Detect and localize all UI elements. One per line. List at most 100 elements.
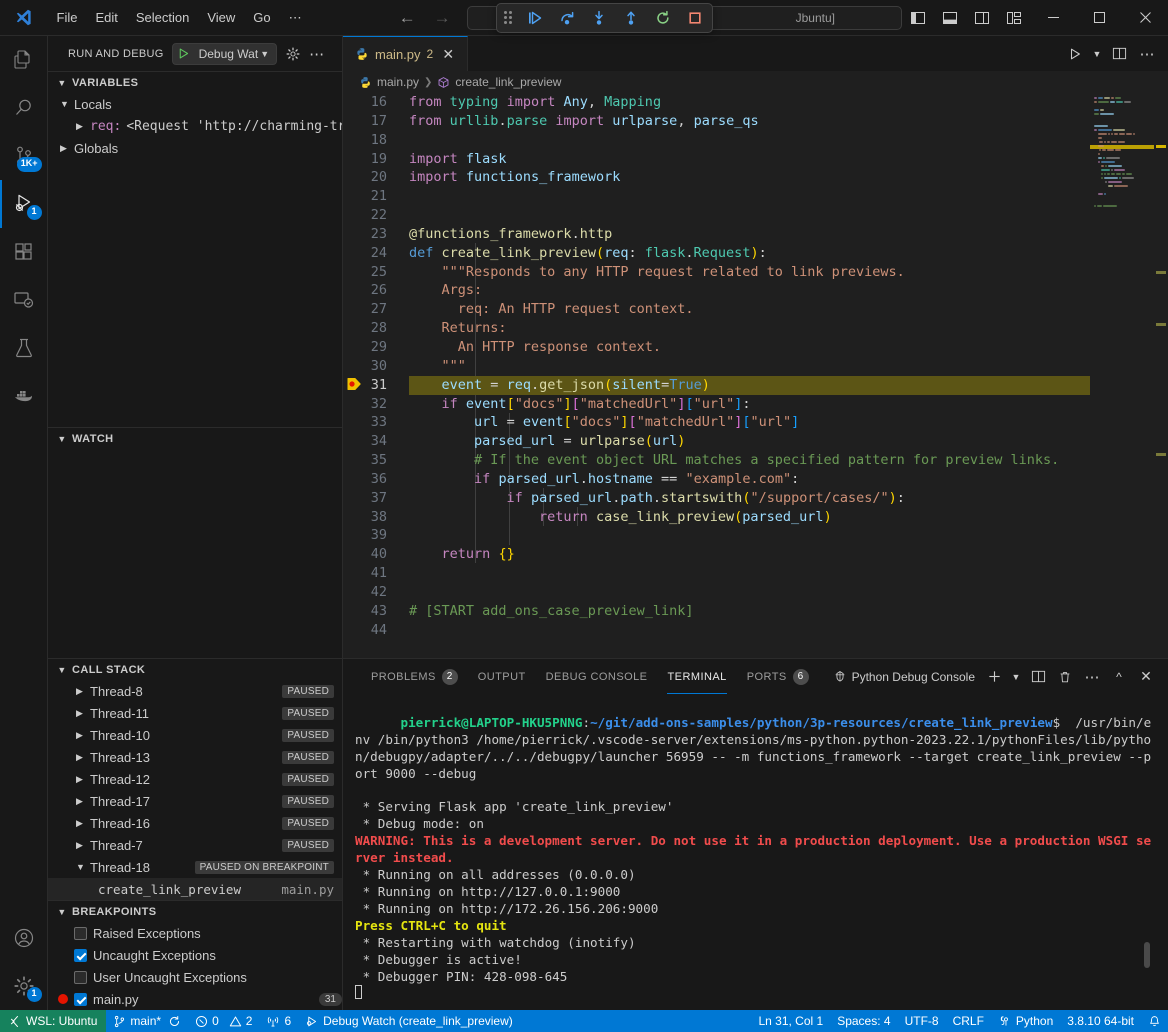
breakpoint-checkbox[interactable] [74,949,87,962]
breakpoint-row[interactable]: Raised Exceptions [48,922,342,944]
callstack-thread[interactable]: ▶ Thread-7 PAUSED [48,834,342,856]
breakpoint-row[interactable]: User Uncaught Exceptions [48,966,342,988]
status-debug-session[interactable]: Debug Watch (create_link_preview) [298,1010,520,1032]
minimap[interactable] [1090,93,1154,658]
stop-button[interactable] [685,8,705,28]
status-language-mode[interactable]: Python [991,1010,1060,1032]
breadcrumb[interactable]: main.py ❯ create_link_preview [343,71,1168,93]
activitybar-item-testing[interactable] [0,324,48,372]
terminal-scrollbar[interactable] [1144,942,1150,968]
tab-output[interactable]: OUTPUT [468,659,536,694]
activitybar-item-run-and-debug[interactable]: 1 [0,180,48,228]
callstack-frame[interactable]: create_link_preview main.py [48,878,342,900]
section-variables-header[interactable]: ▼ VARIABLES [48,71,342,93]
status-notifications[interactable] [1141,1010,1168,1032]
drag-handle-icon[interactable] [504,11,512,25]
sync-icon[interactable] [168,1015,181,1028]
more-actions-icon[interactable]: ⋯ [1080,665,1104,689]
activitybar-item-manage[interactable]: 1 [0,962,48,1010]
breakpoint-checkbox[interactable] [74,971,87,984]
chevron-down-icon[interactable]: ▼ [1009,665,1023,689]
code-area[interactable]: 16 17 18 19 20 21 22 23 24 25 26 27 28 2… [343,93,1168,658]
more-actions-icon[interactable]: ⋯ [309,45,325,63]
activitybar-item-search[interactable] [0,84,48,132]
status-indentation[interactable]: Spaces: 4 [830,1010,897,1032]
code-text[interactable]: from typing import Any, Mapping from url… [409,93,1090,658]
split-terminal-icon[interactable] [1026,665,1050,689]
debug-toolbar[interactable] [496,3,713,33]
activitybar-item-source-control[interactable]: 1K+ [0,132,48,180]
run-dropdown-icon[interactable]: ▼ [1090,41,1104,67]
callstack-thread[interactable]: ▶ Thread-8 PAUSED [48,680,342,702]
status-interpreter-version[interactable]: 3.8.10 64-bit [1060,1010,1141,1032]
callstack-thread[interactable]: ▶ Thread-16 PAUSED [48,812,342,834]
callstack-thread[interactable]: ▶ Thread-11 PAUSED [48,702,342,724]
window-controls[interactable] [902,0,1168,35]
tab-debug-console[interactable]: DEBUG CONSOLE [536,659,658,694]
terminal-output[interactable]: pierrick@LAPTOP-HKU5PNNG:~/git/add-ons-s… [343,694,1168,1010]
menu-view[interactable]: View [198,7,244,28]
toggle-secondary-sidebar-icon[interactable] [966,1,998,35]
restart-button[interactable] [653,8,673,28]
menu-bar[interactable]: File Edit Selection View Go ⋯ [48,7,311,29]
menu-edit[interactable]: Edit [86,7,126,28]
menu-go[interactable]: Go [244,7,279,28]
back-arrow-icon[interactable]: ← [399,8,416,28]
callstack-thread-active[interactable]: ▼ Thread-18 PAUSED ON BREAKPOINT [48,856,342,878]
forward-arrow-icon[interactable]: → [434,8,451,28]
breakpoint-checkbox[interactable] [74,927,87,940]
tab-terminal[interactable]: TERMINAL [657,659,736,694]
kill-terminal-icon[interactable] [1053,665,1077,689]
status-remote-indicator[interactable]: WSL: Ubuntu [0,1010,106,1032]
status-encoding[interactable]: UTF-8 [898,1010,946,1032]
step-out-button[interactable] [621,8,641,28]
section-callstack-header[interactable]: ▼ CALL STACK [48,658,342,680]
activitybar-item-accounts[interactable] [0,914,48,962]
breakpoint-row-main-py[interactable]: main.py 31 [48,988,342,1010]
callstack-thread[interactable]: ▶ Thread-13 PAUSED [48,746,342,768]
variables-group-globals[interactable]: ▶ Globals [48,137,342,159]
navigation-arrows[interactable]: ← → [399,8,451,28]
variables-group-locals[interactable]: ▼ Locals [48,93,342,115]
status-branch[interactable]: main* [106,1010,188,1032]
status-cursor-position[interactable]: Ln 31, Col 1 [751,1010,830,1032]
breadcrumb-symbol[interactable]: create_link_preview [455,75,561,89]
minimize-button[interactable] [1030,0,1076,35]
callstack-thread[interactable]: ▶ Thread-12 PAUSED [48,768,342,790]
status-eol[interactable]: CRLF [946,1010,991,1032]
toggle-panel-icon[interactable] [934,1,966,35]
terminal-selector[interactable]: Python Debug Console [833,670,975,684]
tab-main-py[interactable]: main.py 2 ✕ [343,36,468,71]
overview-ruler[interactable] [1154,93,1168,658]
activitybar-item-remote-explorer[interactable] [0,276,48,324]
status-problems[interactable]: 0 2 [188,1010,259,1032]
section-breakpoints-header[interactable]: ▼ BREAKPOINTS [48,900,342,922]
close-panel-icon[interactable]: ✕ [1134,665,1158,689]
split-editor-icon[interactable] [1106,41,1132,67]
toggle-primary-sidebar-icon[interactable] [902,1,934,35]
activitybar-item-docker[interactable] [0,372,48,420]
maximize-panel-icon[interactable]: ^ [1107,665,1131,689]
menu-overflow[interactable]: ⋯ [280,7,311,29]
status-ports[interactable]: 6 [259,1010,298,1032]
start-debugging-icon[interactable] [173,47,195,60]
menu-file[interactable]: File [48,7,87,28]
breadcrumb-file[interactable]: main.py [377,75,419,89]
close-button[interactable] [1122,0,1168,35]
close-icon[interactable]: ✕ [439,46,457,63]
callstack-thread[interactable]: ▶ Thread-17 PAUSED [48,790,342,812]
gear-icon[interactable] [285,46,301,62]
variable-row-req[interactable]: ▶ req: <Request 'http://charming-tro… [48,115,342,137]
tab-problems[interactable]: PROBLEMS 2 [361,659,468,694]
step-into-button[interactable] [589,8,609,28]
maximize-button[interactable] [1076,0,1122,35]
section-watch-header[interactable]: ▼ WATCH [48,427,342,449]
breakpoint-row[interactable]: Uncaught Exceptions [48,944,342,966]
tab-ports[interactable]: PORTS 6 [737,659,819,694]
debug-configuration-dropdown[interactable]: Debug Wat ▼ [172,43,278,65]
activitybar-item-extensions[interactable] [0,228,48,276]
continue-button[interactable] [525,8,545,28]
activitybar-item-explorer[interactable] [0,36,48,84]
customize-layout-icon[interactable] [998,1,1030,35]
breakpoint-checkbox[interactable] [74,993,87,1006]
